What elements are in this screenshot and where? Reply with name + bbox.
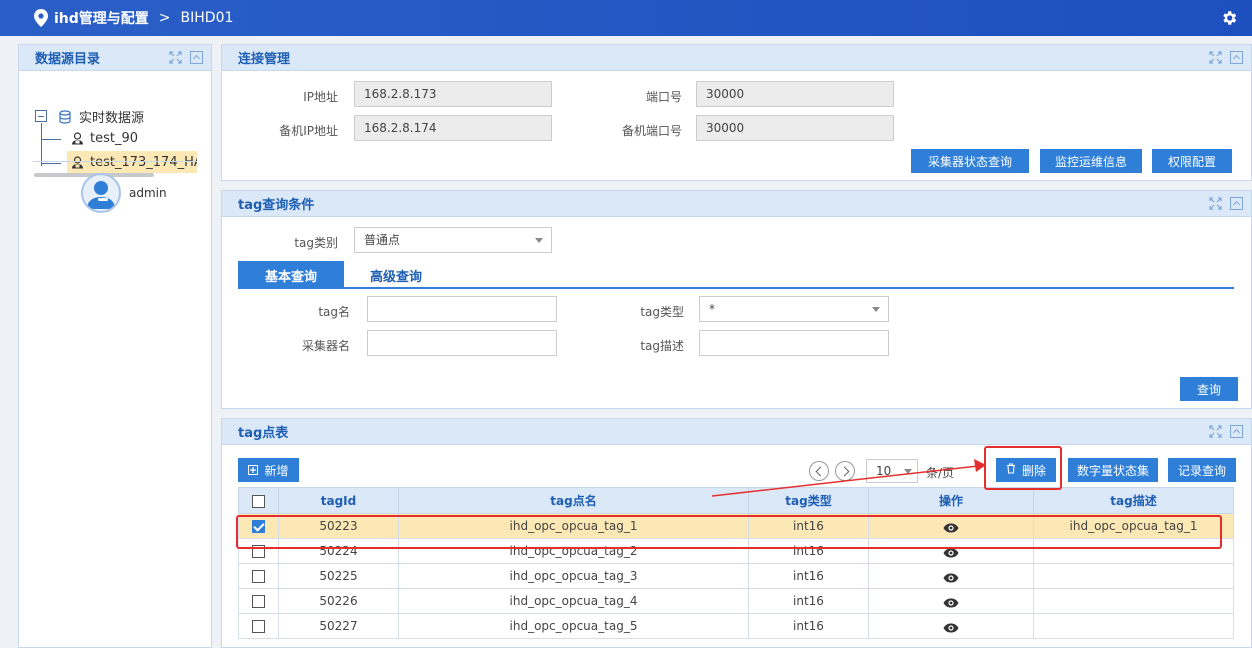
annotation-arrow <box>711 459 986 497</box>
